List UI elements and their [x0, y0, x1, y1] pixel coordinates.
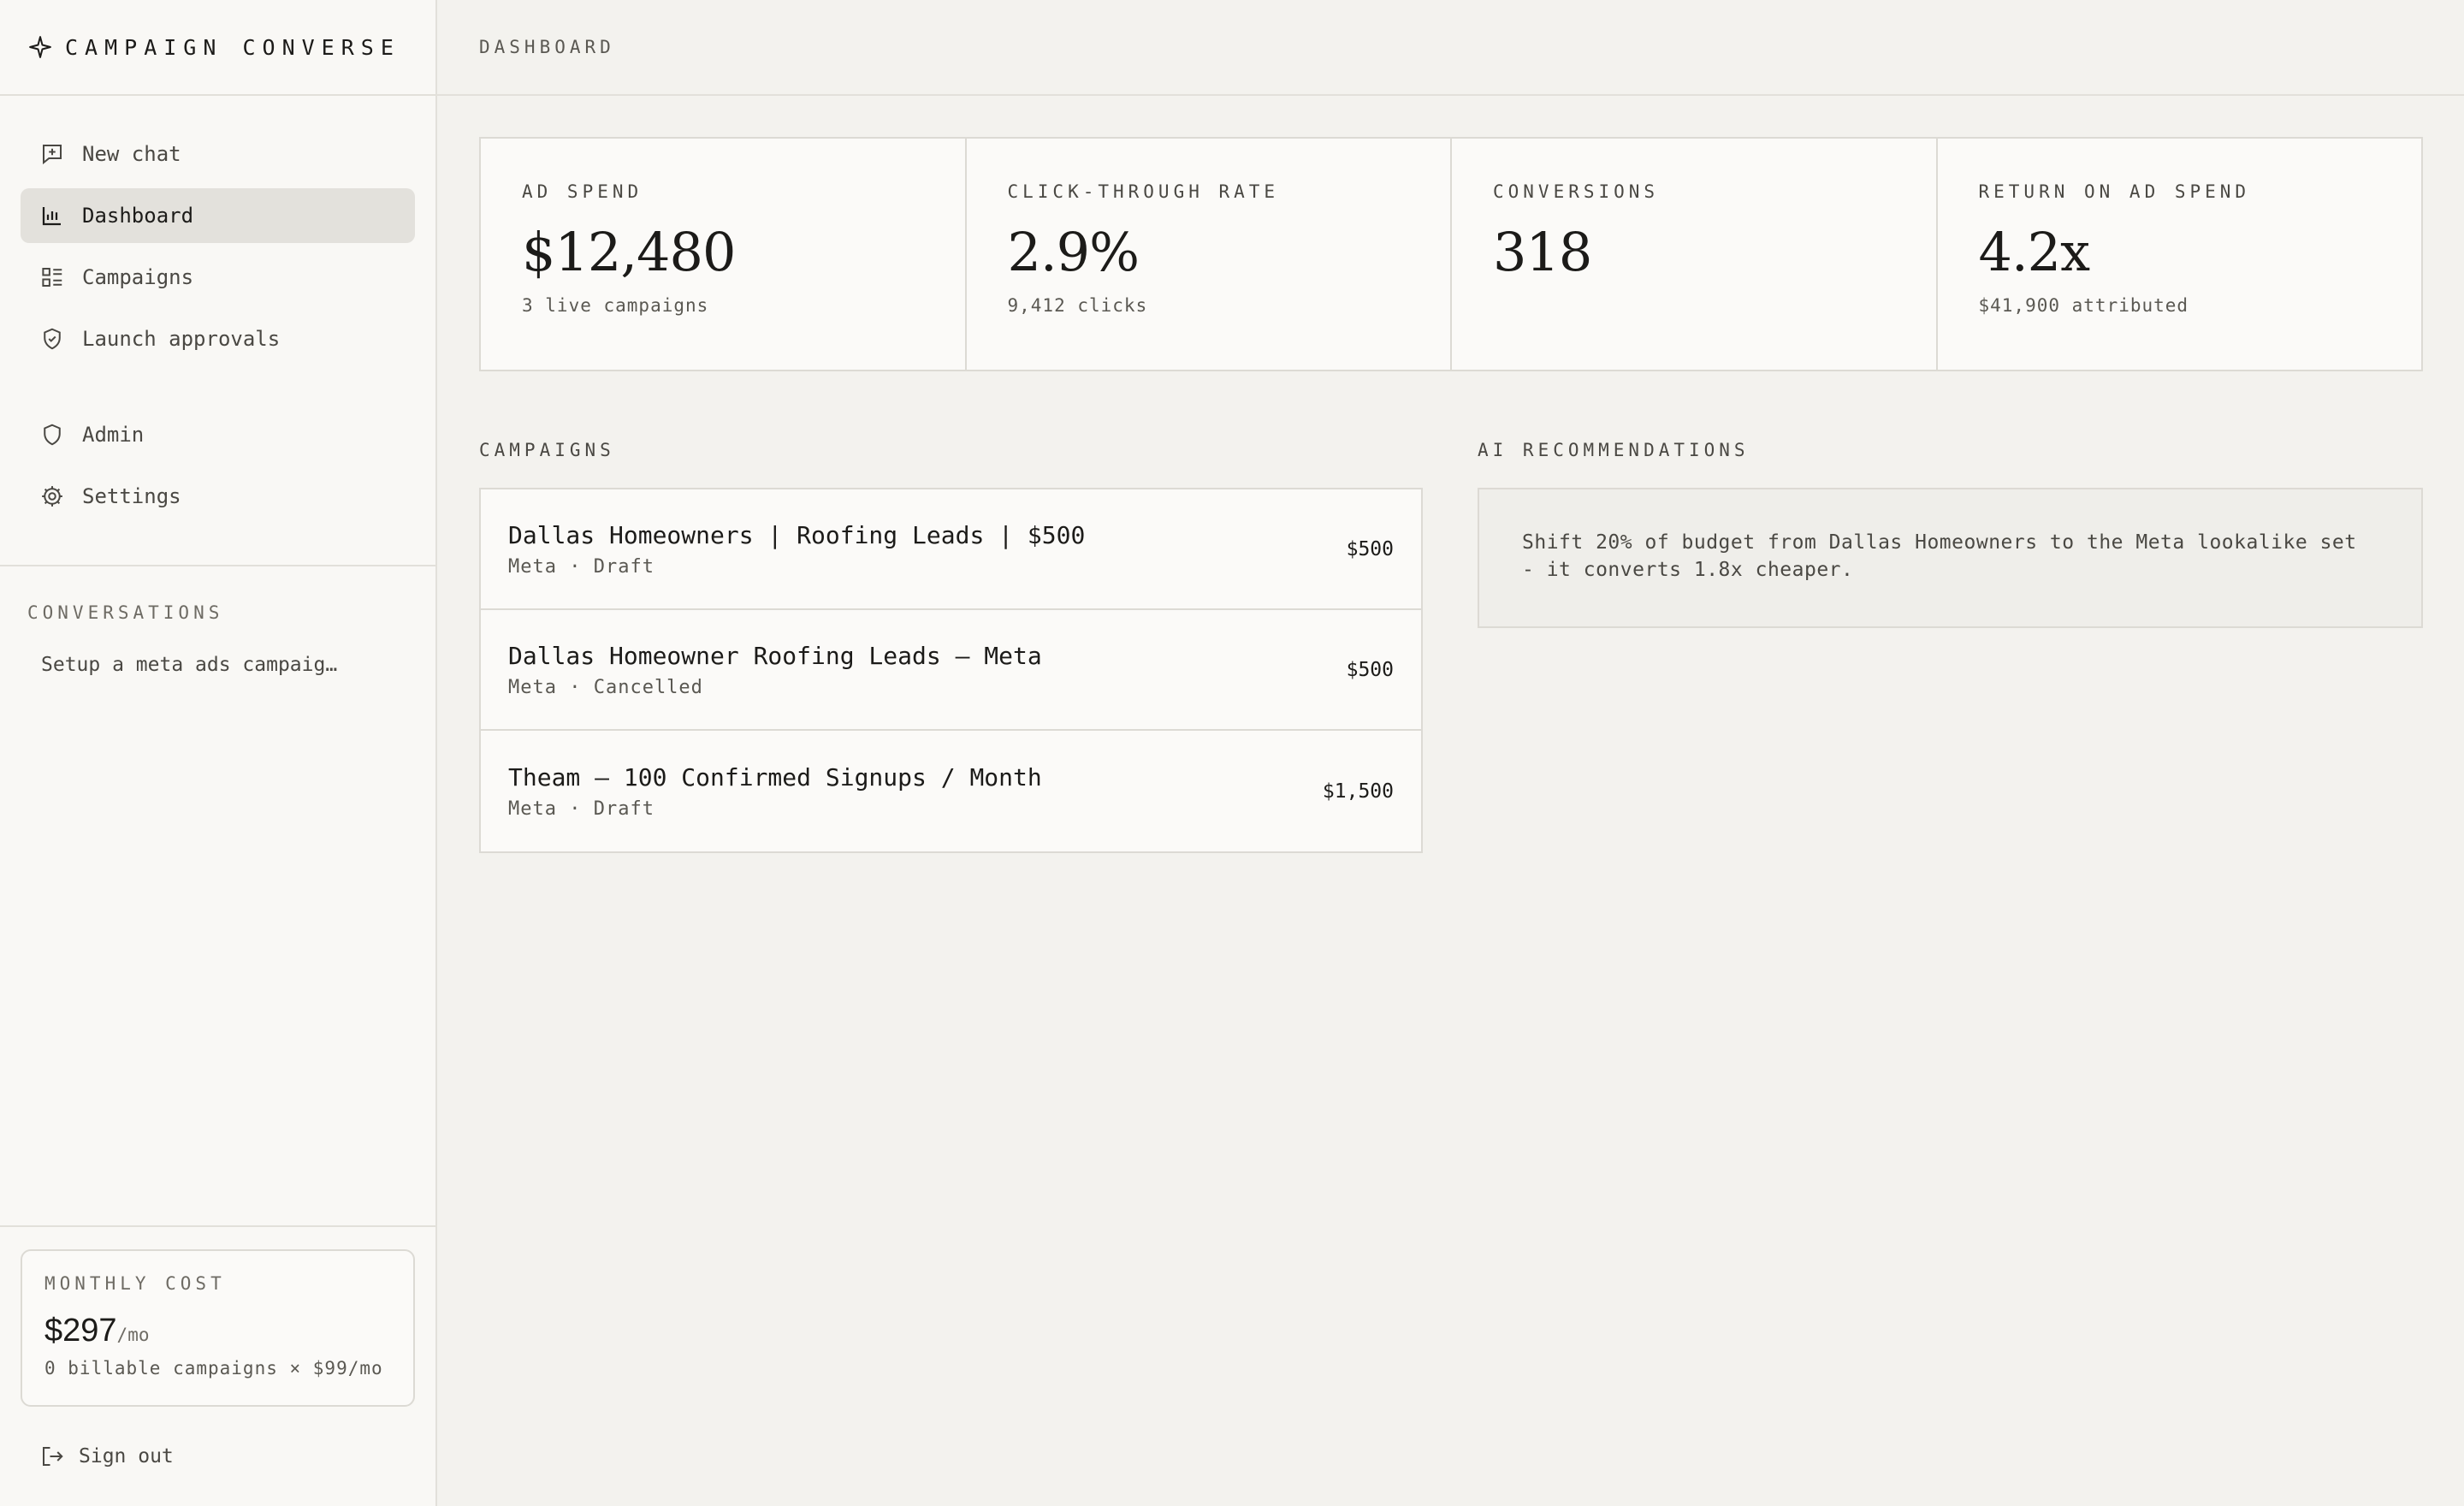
nav-item-label: Dashboard [82, 204, 194, 228]
nav-item-launch-approvals[interactable]: Launch approvals [21, 311, 415, 366]
campaigns-section: CAMPAIGNS Dallas Homeowners | Roofing Le… [479, 440, 1423, 853]
monthly-cost-value: $297/mo [44, 1313, 391, 1349]
campaign-meta: Meta · Draft [508, 797, 654, 820]
metric-conversions: CONVERSIONS 318 [1452, 139, 1938, 370]
nav-item-new-chat[interactable]: New chat [21, 127, 415, 181]
metric-value: 4.2x [1978, 221, 2091, 283]
metric-ad-spend: AD SPEND $12,480 3 live campaigns [481, 139, 967, 370]
nav-item-admin[interactable]: Admin [21, 407, 415, 462]
gear-icon [39, 483, 65, 509]
campaign-meta: Meta · Cancelled [508, 676, 703, 698]
nav-item-label: Launch approvals [82, 327, 281, 351]
recommendation-card: Shift 20% of budget from Dallas Homeowne… [1478, 488, 2423, 628]
campaign-row[interactable]: Dallas Homeowner Roofing Leads — Meta Me… [481, 610, 1421, 731]
dashboard-content: AD SPEND $12,480 3 live campaigns CLICK-… [437, 96, 2464, 853]
monthly-cost-card: MONTHLY COST $297/mo 0 billable campaign… [21, 1249, 415, 1407]
sign-out-button[interactable]: Sign out [0, 1407, 435, 1506]
campaign-meta: Meta · Draft [508, 555, 654, 578]
nav-item-campaigns[interactable]: Campaigns [21, 250, 415, 305]
recommendations-section: AI RECOMMENDATIONS Shift 20% of budget f… [1478, 440, 2423, 853]
nav-item-dashboard[interactable]: Dashboard [21, 188, 415, 243]
campaign-list: Dallas Homeowners | Roofing Leads | $500… [479, 488, 1423, 853]
campaign-row[interactable]: Dallas Homeowners | Roofing Leads | $500… [481, 489, 1421, 610]
page-title: DASHBOARD [479, 37, 615, 57]
campaign-budget: $500 [1346, 537, 1394, 560]
metric-value: 318 [1493, 221, 1592, 283]
campaign-info: Theam — 100 Confirmed Signups / Month Me… [508, 763, 1042, 820]
brand-name: CAMPAIGN CONVERSE [65, 34, 400, 60]
metric-sub: 9,412 clicks [1007, 295, 1148, 316]
campaign-name: Dallas Homeowners | Roofing Leads | $500 [508, 520, 1086, 549]
nav-item-label: New chat [82, 142, 181, 166]
metric-label: AD SPEND [522, 181, 643, 202]
divider [0, 1225, 435, 1227]
nav-item-label: Admin [82, 423, 145, 447]
monthly-cost-amount: $297 [44, 1313, 117, 1349]
campaign-budget: $500 [1346, 658, 1394, 681]
metric-roas: RETURN ON AD SPEND 4.2x $41,900 attribut… [1938, 139, 2422, 370]
lower-section: CAMPAIGNS Dallas Homeowners | Roofing Le… [479, 440, 2423, 853]
metric-sub: 3 live campaigns [522, 295, 709, 316]
campaign-row[interactable]: Theam — 100 Confirmed Signups / Month Me… [481, 731, 1421, 851]
campaign-name: Theam — 100 Confirmed Signups / Month [508, 762, 1042, 792]
metrics-row: AD SPEND $12,480 3 live campaigns CLICK-… [479, 137, 2423, 371]
conversations-heading: CONVERSATIONS [27, 602, 224, 623]
campaign-budget: $1,500 [1322, 780, 1394, 803]
recommendations-heading: AI RECOMMENDATIONS [1478, 440, 1750, 460]
metric-label: CONVERSIONS [1493, 181, 1660, 202]
primary-nav: New chat Dashboard Campaigns Launch appr… [0, 96, 435, 531]
campaigns-heading: CAMPAIGNS [479, 440, 615, 460]
campaign-info: Dallas Homeowners | Roofing Leads | $500… [508, 521, 1085, 578]
app-root: CAMPAIGN CONVERSE New chat Dashboard Cam… [0, 0, 2464, 1506]
monthly-cost-unit: /mo [116, 1325, 150, 1345]
monthly-cost-note: 0 billable campaigns × $99/mo [44, 1358, 383, 1379]
shield-check-icon [39, 326, 65, 352]
shield-icon [39, 422, 65, 448]
top-bar: DASHBOARD [437, 0, 2464, 96]
campaign-info: Dallas Homeowner Roofing Leads — Meta Me… [508, 642, 1042, 698]
metric-value: $12,480 [522, 221, 736, 283]
list-icon [39, 264, 65, 290]
metric-label: CLICK-THROUGH RATE [1007, 181, 1280, 202]
main-area: DASHBOARD AD SPEND $12,480 3 live campai… [437, 0, 2464, 1506]
nav-item-label: Campaigns [82, 265, 194, 289]
sign-out-label: Sign out [79, 1445, 174, 1467]
bar-chart-icon [39, 203, 65, 228]
sparkle-icon [27, 34, 53, 60]
metric-value: 2.9% [1007, 221, 1140, 283]
monthly-cost-label: MONTHLY COST [44, 1273, 226, 1294]
chat-plus-icon [39, 141, 65, 167]
conversation-item[interactable]: Setup a meta ads campaig… [0, 623, 435, 676]
sign-out-icon [39, 1444, 65, 1469]
campaign-name: Dallas Homeowner Roofing Leads — Meta [508, 641, 1042, 670]
nav-item-settings[interactable]: Settings [21, 469, 415, 524]
metric-ctr: CLICK-THROUGH RATE 2.9% 9,412 clicks [967, 139, 1452, 370]
nav-item-label: Settings [82, 484, 181, 508]
brand[interactable]: CAMPAIGN CONVERSE [0, 0, 435, 96]
sidebar: CAMPAIGN CONVERSE New chat Dashboard Cam… [0, 0, 437, 1506]
metric-label: RETURN ON AD SPEND [1978, 181, 2251, 202]
metric-sub: $41,900 attributed [1978, 295, 2189, 316]
